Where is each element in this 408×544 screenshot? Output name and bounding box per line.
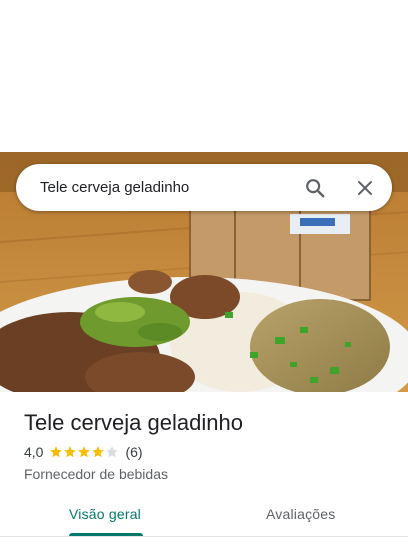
rating-row[interactable]: 4,0 (6) (24, 443, 384, 461)
place-title: Tele cerveja geladinho (24, 410, 243, 435)
tab-reviews[interactable]: Avaliações (266, 506, 335, 522)
map-area (0, 0, 408, 152)
star-icon (64, 446, 77, 458)
search-bar[interactable]: Tele cerveja geladinho (16, 164, 392, 211)
star-icon (92, 446, 105, 458)
rating-value: 4,0 (24, 444, 44, 460)
star-icon (78, 446, 91, 458)
tabs-divider (0, 536, 408, 537)
place-info: Tele cerveja geladinho 4,0 (6) Fornecedo… (24, 408, 384, 483)
tab-overview[interactable]: Visão geral (69, 506, 141, 522)
search-icon[interactable] (304, 177, 326, 199)
rating-stars (49, 445, 119, 459)
search-input[interactable]: Tele cerveja geladinho (40, 179, 304, 196)
star-icon (106, 446, 119, 458)
star-icon (50, 446, 63, 458)
review-count[interactable]: (6) (125, 444, 142, 460)
place-category[interactable]: Fornecedor de bebidas (24, 465, 384, 483)
close-icon[interactable] (356, 179, 374, 197)
